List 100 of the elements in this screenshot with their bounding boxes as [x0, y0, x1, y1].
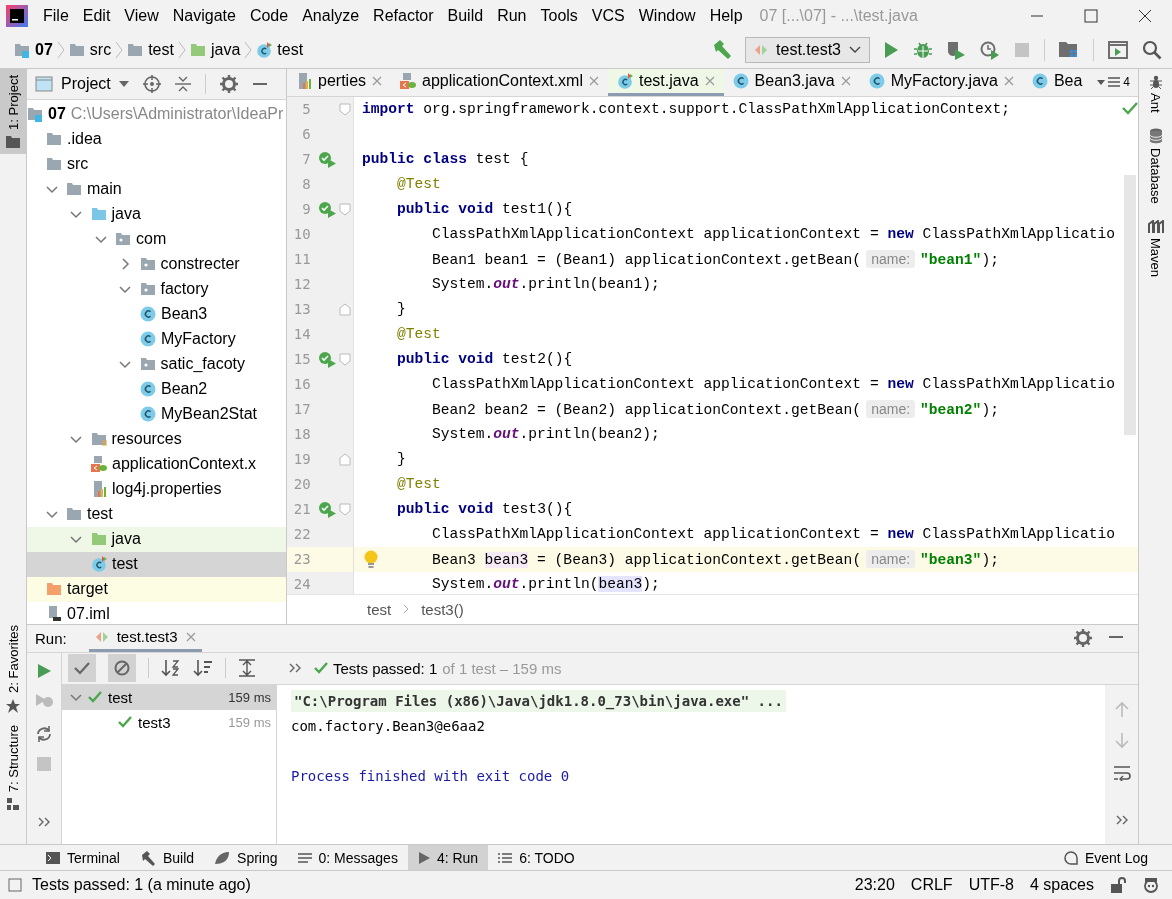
tool-window-tab[interactable]: 7: Structure	[0, 718, 26, 816]
editor-tab[interactable]: MyFactory.java	[859, 68, 1023, 96]
tree-item[interactable]: log4j.properties	[27, 476, 286, 502]
inspector-icon[interactable]	[1142, 876, 1160, 895]
tool-window-tab[interactable]: 6: TODO	[488, 844, 585, 871]
fold-marker-icon[interactable]	[339, 202, 352, 216]
chevron-down-icon[interactable]	[70, 691, 82, 704]
chevron-down-icon[interactable]	[70, 533, 82, 546]
chevron-down-icon[interactable]	[119, 283, 131, 296]
run-test-gutter-icon[interactable]	[316, 150, 337, 169]
view-dropdown[interactable]: Project	[35, 74, 129, 93]
settings-icon[interactable]	[1074, 629, 1092, 648]
editor-tab[interactable]: Bea	[1022, 68, 1090, 96]
run-window-icon[interactable]	[1108, 40, 1128, 59]
chevron-down-icon[interactable]	[70, 208, 82, 221]
menu-item[interactable]: Window	[631, 6, 703, 25]
tree-item[interactable]: src	[27, 151, 286, 177]
menu-item[interactable]: Help	[702, 6, 750, 25]
run-test-gutter-icon[interactable]	[316, 500, 337, 519]
tool-window-tab[interactable]: Database	[1148, 124, 1163, 217]
line-separator[interactable]: CRLF	[910, 876, 953, 895]
chevron-right-icon[interactable]	[119, 258, 131, 271]
editor-tab[interactable]: perties	[287, 68, 392, 96]
panel-toggle-icon[interactable]	[8, 878, 22, 893]
lightbulb-icon[interactable]	[364, 549, 378, 570]
chevron-down-icon[interactable]	[45, 183, 58, 196]
breadcrumb[interactable]: src	[64, 40, 116, 59]
lock-icon[interactable]	[1110, 877, 1126, 894]
tool-window-tab[interactable]: Spring	[204, 844, 288, 871]
tree-item[interactable]: applicationContext.x	[27, 451, 286, 477]
tree-item[interactable]: .idea	[27, 126, 286, 152]
breadcrumb[interactable]: test3()	[421, 600, 464, 618]
tree-item[interactable]: Bean3	[27, 301, 286, 327]
menu-item[interactable]: Code	[242, 6, 296, 25]
caret-position[interactable]: 23:20	[854, 876, 895, 895]
tree-item[interactable]: 07.iml	[27, 601, 286, 624]
fold-marker-icon[interactable]	[339, 352, 352, 366]
tree-item[interactable]: test	[27, 501, 286, 527]
tree-item[interactable]: MyBean2Stat	[27, 401, 286, 427]
expand-all-icon[interactable]	[238, 659, 256, 678]
breadcrumb[interactable]: java	[185, 40, 245, 59]
menu-item[interactable]: Tools	[533, 6, 585, 25]
tree-item[interactable]: target	[27, 576, 286, 602]
tool-window-tab[interactable]: 0: Messages	[287, 844, 408, 871]
tree-item[interactable]: com	[27, 226, 286, 252]
menu-item[interactable]: Navigate	[165, 6, 243, 25]
menu-item[interactable]: Analyze	[295, 6, 367, 25]
tree-item[interactable]: satic_facoty	[27, 351, 286, 377]
tool-window-tab[interactable]: Ant	[1148, 70, 1163, 125]
test-tree-item[interactable]: test 159 ms	[62, 684, 276, 710]
menu-item[interactable]: File	[36, 6, 76, 25]
tab-list-dropdown[interactable]: 4	[1089, 68, 1138, 96]
editor-tab[interactable]: applicationContext.xml	[391, 68, 608, 96]
tool-window-tab[interactable]: Maven	[1147, 216, 1164, 290]
settings-icon[interactable]	[219, 74, 238, 93]
close-tab-icon[interactable]	[840, 75, 851, 86]
breadcrumb[interactable]: test	[252, 40, 308, 59]
fold-marker-icon[interactable]	[339, 302, 352, 316]
maximize-icon[interactable]	[1084, 8, 1098, 23]
breadcrumb[interactable]: 07	[10, 40, 57, 59]
tree-item[interactable]: MyFactory	[27, 326, 286, 352]
menu-item[interactable]: Refactor	[366, 6, 441, 25]
tree-item[interactable]: resources	[27, 426, 286, 452]
chevron-down-icon[interactable]	[70, 433, 82, 446]
run-configuration-dropdown[interactable]: test.test3	[745, 36, 870, 63]
menu-item[interactable]: Build	[440, 6, 491, 25]
fold-marker-icon[interactable]	[339, 102, 352, 116]
hammer-icon[interactable]	[711, 38, 734, 61]
breadcrumb[interactable]: test	[123, 40, 178, 59]
breadcrumb[interactable]: test	[367, 600, 392, 618]
fold-marker-icon[interactable]	[339, 452, 352, 466]
menu-item[interactable]: Edit	[75, 6, 118, 25]
chevron-down-icon[interactable]	[119, 358, 131, 371]
chevron-down-icon[interactable]	[94, 233, 107, 246]
sort-alphabetically-icon[interactable]	[161, 659, 181, 678]
chevron-down-icon[interactable]	[45, 508, 58, 521]
search-icon[interactable]	[1142, 39, 1162, 60]
filter-toggle[interactable]	[68, 654, 96, 683]
menu-item[interactable]: Run	[490, 6, 534, 25]
close-tab-icon[interactable]	[1003, 75, 1014, 86]
indent-setting[interactable]: 4 spaces	[1029, 876, 1094, 895]
tree-item[interactable]: test	[27, 551, 286, 577]
close-tab-icon[interactable]	[372, 75, 383, 86]
tree-item[interactable]: factory	[27, 276, 286, 302]
tree-item[interactable]: Bean2	[27, 376, 286, 402]
tool-window-tab[interactable]: 2: Favorites	[0, 618, 26, 719]
editor-tab[interactable]: Bean3.java	[723, 68, 860, 96]
tool-window-tab[interactable]: Terminal	[36, 844, 130, 871]
run-test-gutter-icon[interactable]	[316, 200, 337, 219]
scrollbar[interactable]	[1123, 174, 1136, 435]
tool-window-tab[interactable]: 1: Project	[0, 68, 26, 154]
run-icon[interactable]	[882, 40, 900, 59]
tree-item[interactable]: java	[27, 201, 286, 227]
debug-icon[interactable]	[914, 40, 932, 59]
tool-window-tab[interactable]: 4: Run	[407, 844, 489, 871]
editor-tab[interactable]: test.java	[608, 68, 724, 96]
project-structure-icon[interactable]	[1059, 40, 1079, 59]
run-test-gutter-icon[interactable]	[316, 350, 337, 369]
fold-marker-icon[interactable]	[339, 502, 352, 516]
menu-item[interactable]: VCS	[584, 6, 632, 25]
